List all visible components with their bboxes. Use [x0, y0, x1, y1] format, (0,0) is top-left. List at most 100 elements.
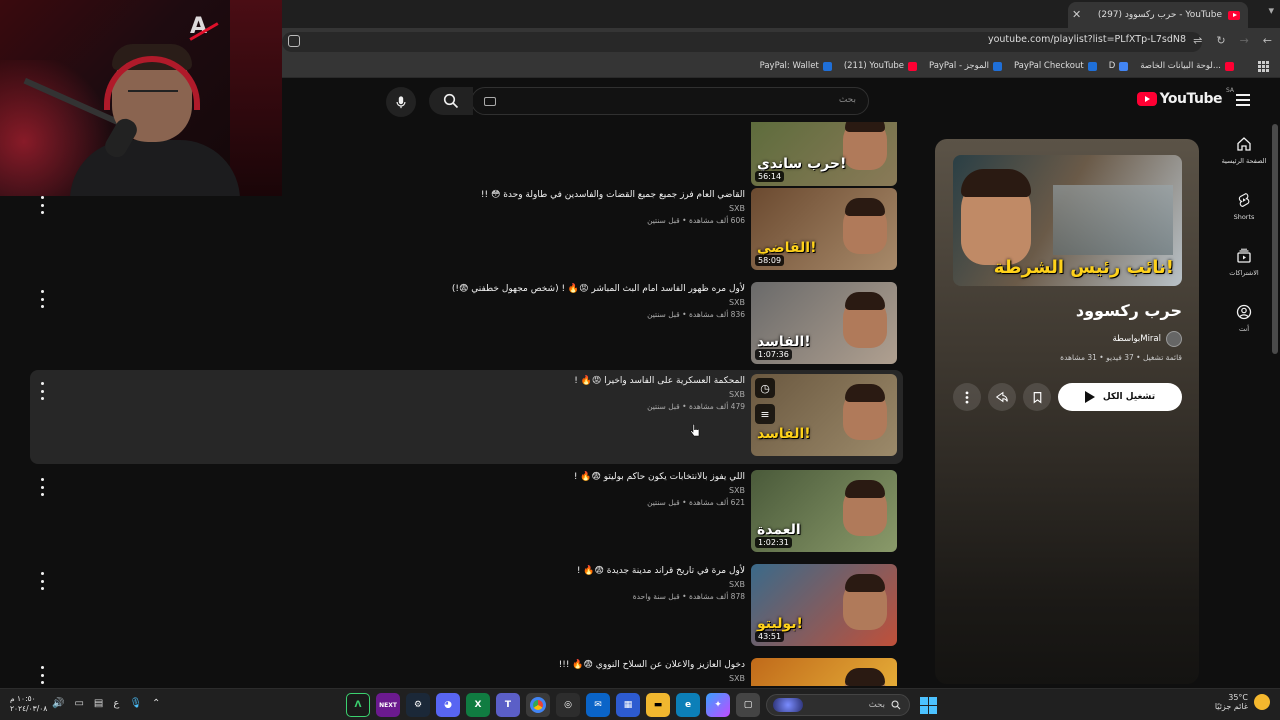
video-menu-icon[interactable]: [38, 572, 46, 590]
video-channel[interactable]: SXB: [145, 204, 745, 213]
add-to-queue-icon[interactable]: ≡: [755, 404, 775, 424]
menu-icon[interactable]: [1236, 94, 1250, 106]
guide-item-subscriptions[interactable]: الاشتراكات: [1208, 234, 1280, 286]
video-channel[interactable]: SXB: [145, 674, 745, 683]
video-title[interactable]: لأول مره ظهور الفاسد امام البث المباشر 😡…: [145, 282, 745, 296]
video-thumbnail[interactable]: الفاسد! 1:07:36: [751, 282, 897, 364]
start-button[interactable]: [916, 693, 940, 717]
search-placeholder: بحث: [838, 95, 856, 105]
weather-widget[interactable]: 35°C غائم جزئيًا: [1215, 693, 1270, 711]
video-title[interactable]: دخول العازيز والاعلان عن السلاح النووي 😨…: [145, 658, 745, 672]
taskbar-app-next[interactable]: NEXT: [376, 693, 400, 717]
screenshot-icon[interactable]: [288, 35, 300, 47]
taskbar-clock[interactable]: ١٠:٥٠ م ٢٠٢٤/٠٣/٠٨: [10, 694, 47, 714]
taskbar-app-teams[interactable]: T: [496, 693, 520, 717]
keyboard-icon[interactable]: [484, 97, 496, 106]
taskbar-app-misc[interactable]: ▢: [736, 693, 760, 717]
taskbar-app-excel[interactable]: X: [466, 693, 490, 717]
weather-desc: غائم جزئيًا: [1214, 702, 1248, 711]
page-scrollbar[interactable]: [1272, 124, 1278, 354]
voice-search-button[interactable]: [386, 87, 416, 117]
input-language[interactable]: ع: [113, 698, 119, 709]
taskbar-app-game[interactable]: ◎: [556, 693, 580, 717]
video-title[interactable]: لأول مرة في تاريخ قراند مدينة جديدة 😨🔥 !: [145, 564, 745, 578]
taskbar-app-steam[interactable]: ⚙: [406, 693, 430, 717]
mic-tray-icon[interactable]: 🎙: [129, 698, 142, 709]
volume-icon[interactable]: 🔊: [52, 698, 64, 709]
taskbar-search[interactable]: بحث: [766, 694, 910, 716]
taskbar-app-a[interactable]: Λ: [346, 693, 370, 717]
video-thumbnail[interactable]: العمدة 1:02:31: [751, 470, 897, 552]
apps-grid-icon[interactable]: [1258, 61, 1269, 72]
playlist-header-panel: نائب رئيس الشرطة! حرب ركسوود بواسطةMiral…: [935, 139, 1199, 684]
bookmark-label: D: [1108, 61, 1116, 71]
bookmark-label: لوحة البيانات الخاصة...: [1140, 61, 1221, 71]
more-vertical-icon: [965, 390, 969, 404]
playlist-owner-name[interactable]: بواسطةMiral: [1112, 334, 1161, 344]
youtube-logo[interactable]: YouTube SA: [1136, 87, 1234, 107]
video-channel[interactable]: SXB: [145, 580, 745, 589]
guide-item-you[interactable]: أنت: [1208, 290, 1280, 342]
playlist-thumbnail[interactable]: نائب رئيس الشرطة!: [953, 155, 1182, 286]
watch-later-icon[interactable]: ◷: [755, 378, 775, 398]
network-icon[interactable]: ▤: [94, 698, 103, 709]
video-thumbnail[interactable]: القاضي! 58:09: [751, 188, 897, 270]
bookmark-favicon-icon: [1119, 61, 1129, 71]
search-input[interactable]: بحث: [471, 87, 869, 115]
search-button[interactable]: [429, 87, 473, 115]
playlist-video-row[interactable]: الفاسد! ◷ ≡ المحكمة العسكرية على الفاسد واخ…: [30, 370, 903, 464]
bookmark-item[interactable]: PayPal Checkout: [1014, 61, 1097, 71]
playlist-owner[interactable]: بواسطةMiral: [1112, 331, 1182, 347]
video-channel[interactable]: SXB: [145, 390, 745, 399]
bookmark-item[interactable]: (211) YouTube: [844, 61, 917, 71]
play-all-button[interactable]: تشغيل الكل: [1058, 383, 1182, 411]
video-menu-icon[interactable]: [38, 290, 46, 308]
bookmark-favicon-icon: [907, 61, 917, 71]
site-settings-icon[interactable]: ⇌: [1193, 34, 1202, 47]
playlist-video-row[interactable]: القاضي! 58:09 القاضي العام فرز جميع جميع ا…: [30, 184, 903, 278]
reload-icon[interactable]: ↻: [1216, 34, 1225, 47]
video-thumbnail[interactable]: بوليتو! 43:51: [751, 564, 897, 646]
search-highlight-icon: [773, 698, 803, 712]
save-playlist-button[interactable]: [1023, 383, 1051, 411]
video-thumbnail[interactable]: [751, 658, 897, 686]
taskbar-app-copilot[interactable]: ✦: [706, 693, 730, 717]
video-channel[interactable]: SXB: [145, 298, 745, 307]
playlist-video-row[interactable]: بوليتو! 43:51 لأول مرة في تاريخ قراند مدين…: [30, 560, 903, 654]
url-text[interactable]: youtube.com/playlist?list=PLfXTp-L7sdN8: [988, 34, 1186, 45]
more-actions-button[interactable]: [953, 383, 981, 411]
bookmark-item[interactable]: PayPal: Wallet: [760, 61, 832, 71]
video-title[interactable]: المحكمة العسكرية على الفاسد واخيرا 😡🔥 !: [145, 374, 745, 388]
tab-list-icon[interactable]: ▾: [1268, 4, 1274, 17]
taskbar-app-edge[interactable]: e: [676, 693, 700, 717]
playlist-video-row[interactable]: الفاسد! 1:07:36 لأول مره ظهور الفاسد امام …: [30, 278, 903, 372]
close-tab-icon[interactable]: ✕: [1072, 8, 1081, 21]
video-title[interactable]: اللي يفوز بالانتخابات يكون حاكم بوليتو 😨…: [145, 470, 745, 484]
video-thumbnail[interactable]: الفاسد! ◷ ≡: [751, 374, 897, 456]
share-button[interactable]: [988, 383, 1016, 411]
playlist-video-row[interactable]: العمدة 1:02:31 اللي يفوز بالانتخابات يكون …: [30, 466, 903, 560]
bookmark-item[interactable]: D: [1109, 61, 1129, 71]
video-menu-icon[interactable]: [38, 382, 46, 400]
video-menu-icon[interactable]: [38, 666, 46, 684]
guide-item-home[interactable]: الصفحة الرئيسية: [1208, 122, 1280, 174]
guide-item-shorts[interactable]: Shorts: [1208, 178, 1280, 230]
video-channel[interactable]: SXB: [145, 486, 745, 495]
video-thumbnail[interactable]: حرب ساندي! 56:14: [751, 122, 897, 186]
forward-icon[interactable]: →: [1240, 34, 1249, 47]
taskbar-app-chrome[interactable]: [526, 693, 550, 717]
bookmark-item[interactable]: PayPal - الموجز: [929, 61, 1002, 71]
display-icon[interactable]: ▭: [74, 698, 83, 709]
video-menu-icon[interactable]: [38, 478, 46, 496]
taskbar-app-discord[interactable]: ◕: [436, 693, 460, 717]
video-menu-icon[interactable]: [38, 196, 46, 214]
taskbar-app-mail[interactable]: ✉: [586, 693, 610, 717]
browser-tab[interactable]: ✕ (297) حرب ركسوود - YouTube: [1068, 2, 1248, 28]
taskbar-app-store[interactable]: ▦: [616, 693, 640, 717]
bookmark-item[interactable]: لوحة البيانات الخاصة...: [1140, 61, 1234, 71]
tray-overflow-icon[interactable]: ⌃: [152, 698, 160, 709]
taskbar-app-files[interactable]: ▬: [646, 693, 670, 717]
back-icon[interactable]: ←: [1263, 34, 1272, 47]
playlist-video-row[interactable]: دخول العازيز والاعلان عن السلاح النووي 😨…: [30, 654, 903, 686]
owner-avatar[interactable]: [1166, 331, 1182, 347]
